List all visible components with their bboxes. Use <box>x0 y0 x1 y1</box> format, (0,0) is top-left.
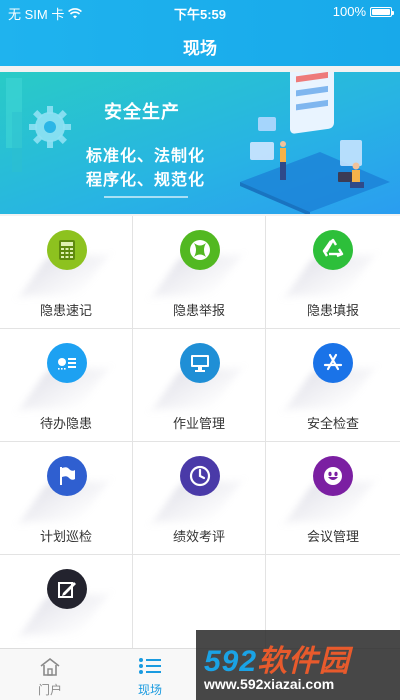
edit-icon <box>47 569 87 609</box>
grid-item-hazard-report[interactable]: 隐患举报 <box>133 216 266 329</box>
banner-heading-underline <box>104 196 188 198</box>
list-icon <box>47 343 87 383</box>
home-icon <box>40 657 60 676</box>
recycle-icon <box>313 230 353 270</box>
banner-line1: 标准化、法制化 <box>86 148 206 165</box>
grid-item-pending-hazard[interactable]: 待办隐患 <box>0 329 133 442</box>
grid-item-meeting-management[interactable]: 会议管理 <box>266 442 400 555</box>
flag-icon <box>47 456 87 496</box>
battery-icon <box>370 6 394 17</box>
clock-icon <box>180 456 220 496</box>
battery-percent: 100% <box>332 4 366 19</box>
grid-item-hazard-fill[interactable]: 隐患填报 <box>266 216 400 329</box>
list-icon <box>139 658 161 674</box>
grid-item-label: 安全检查 <box>306 416 359 431</box>
grid-item-label: 隐患填报 <box>306 303 359 318</box>
grid-item-plan-patrol[interactable]: 计划巡检 <box>0 442 133 555</box>
banner-heading: 安全生产 <box>104 102 180 122</box>
grid-item-safety-inspection[interactable]: 安全检查 <box>266 329 400 442</box>
page-title: 现场 <box>183 39 217 58</box>
watermark-url: www.592xiazai.com <box>204 676 335 692</box>
smile-icon <box>313 456 353 496</box>
grid-item-label: 隐患举报 <box>172 303 225 318</box>
tab-portal[interactable]: 门户 <box>0 649 100 700</box>
banner[interactable]: 安全生产 标准化、法制化 程序化、规范化 <box>0 72 400 214</box>
watermark-logo: 592软件园 www.592xiazai.com <box>196 630 400 700</box>
header: 无 SIM 卡 下午5:59 100% 现场 <box>0 0 400 66</box>
watermark-brand: 592软件园 <box>204 636 350 680</box>
grid-item-label: 绩效考评 <box>172 529 225 544</box>
grid-item-label: 作业管理 <box>172 416 225 431</box>
tab-label: 门户 <box>37 683 62 697</box>
tab-label: 现场 <box>137 683 162 697</box>
grid-item-label: 计划巡检 <box>39 529 92 544</box>
grid-item-label: 待办隐患 <box>39 416 92 431</box>
function-grid: 隐患速记 隐患举报 隐患填报 待办隐患 作业管理 安全检查 计划巡检 绩效考评 … <box>0 216 400 648</box>
tab-site[interactable]: 现场 <box>100 649 200 700</box>
calculator-icon <box>47 230 87 270</box>
grid-item-work-management[interactable]: 作业管理 <box>133 329 266 442</box>
grid-item-hazard-quick-note[interactable]: 隐患速记 <box>0 216 133 329</box>
xbox-icon <box>180 230 220 270</box>
monitor-icon <box>180 343 220 383</box>
grid-item-label: 隐患速记 <box>39 303 92 318</box>
banner-line2: 程序化、规范化 <box>86 172 206 189</box>
grid-item-performance-review[interactable]: 绩效考评 <box>133 442 266 555</box>
status-bar: 无 SIM 卡 下午5:59 100% <box>0 0 400 22</box>
app-store-icon <box>313 343 353 383</box>
watermark-brand-number: 592 <box>204 645 258 678</box>
grid-item-edit[interactable] <box>0 555 133 648</box>
watermark-brand-text: 软件园 <box>257 645 351 678</box>
gear-shape <box>29 106 71 148</box>
grid-item-label: 会议管理 <box>306 529 359 544</box>
